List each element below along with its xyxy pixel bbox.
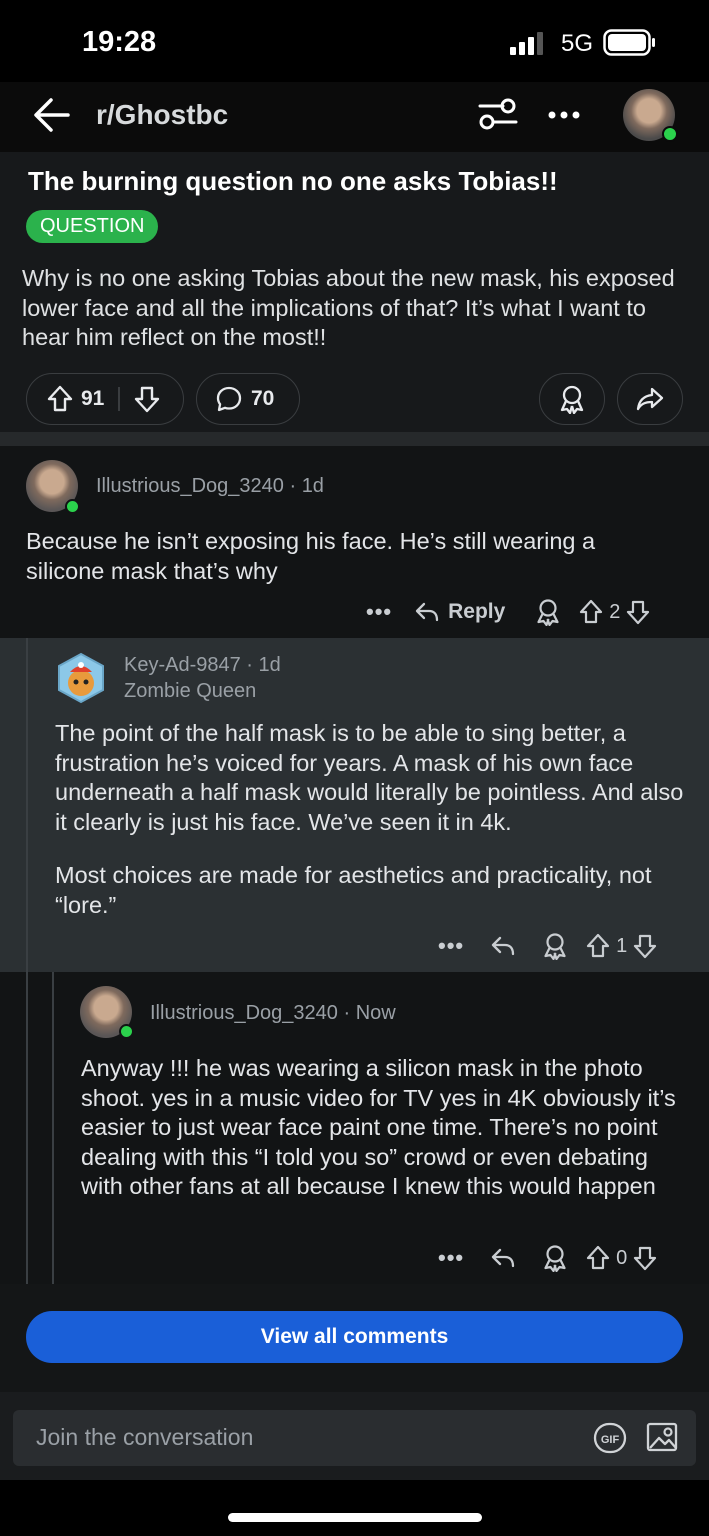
comment-input-placeholder: Join the conversation: [36, 1424, 254, 1450]
comments-pill[interactable]: 70: [196, 373, 300, 425]
subreddit-name[interactable]: r/Ghostbc: [96, 99, 228, 131]
comment-actions: ••• Reply 2: [366, 597, 650, 627]
thread-line: [52, 972, 54, 1284]
comment-score: 1: [616, 934, 628, 957]
post-body: Why is no one asking Tobias about the ne…: [22, 265, 675, 350]
upvote-icon[interactable]: [47, 385, 73, 413]
downvote-icon[interactable]: [134, 385, 160, 413]
battery-icon: [603, 29, 657, 57]
comment-count: 70: [251, 387, 275, 410]
upvote-icon[interactable]: [586, 933, 610, 959]
upvote-icon[interactable]: [579, 599, 603, 625]
downvote-icon[interactable]: [633, 1245, 657, 1271]
comment-age: 1d: [301, 475, 324, 497]
comment-age: Now: [355, 1002, 396, 1024]
award-icon[interactable]: [542, 932, 568, 960]
sort-filter-icon[interactable]: [478, 96, 518, 132]
comment-more-icon[interactable]: •••: [438, 1245, 464, 1271]
view-all-comments-button[interactable]: View all comments: [26, 1311, 683, 1363]
comment-more-icon[interactable]: •••: [366, 599, 392, 625]
online-indicator: [65, 499, 80, 514]
comment-actions: ••• 1: [438, 931, 657, 961]
share-button[interactable]: [617, 373, 683, 425]
more-options-icon[interactable]: [547, 110, 581, 120]
comment-author[interactable]: Illustrious_Dog_3240: [150, 1002, 338, 1024]
downvote-icon[interactable]: [626, 599, 650, 625]
award-button[interactable]: [539, 373, 605, 425]
post-flair[interactable]: QUESTION: [26, 210, 159, 243]
section-divider: [0, 432, 709, 446]
reply-icon[interactable]: [490, 1246, 516, 1270]
thread-line: [26, 972, 28, 1284]
award-icon: [560, 385, 584, 414]
vote-pill: 91: [26, 373, 184, 425]
home-area: [0, 1480, 709, 1536]
gif-icon[interactable]: GIF: [593, 1422, 627, 1454]
comment-age: 1d: [258, 654, 281, 676]
upvote-icon[interactable]: [586, 1245, 610, 1271]
reply-icon[interactable]: [414, 600, 440, 624]
reply-label[interactable]: Reply: [448, 600, 505, 624]
comment-meta: Illustrious_Dog_3240 · 1d: [96, 475, 324, 497]
comment-more-icon[interactable]: •••: [438, 933, 464, 959]
comment-author[interactable]: Illustrious_Dog_3240: [96, 475, 284, 497]
image-upload-icon[interactable]: [646, 1420, 680, 1454]
comment-text: Anyway !!! he was wearing a silicon mask…: [81, 1055, 676, 1199]
comment-bubble-icon: [215, 385, 243, 413]
signal-icon: [510, 31, 548, 55]
user-flair: Zombie Queen: [124, 680, 257, 702]
award-icon[interactable]: [535, 598, 561, 626]
upvote-count: 91: [81, 387, 105, 410]
svg-text:GIF: GIF: [601, 1434, 620, 1446]
status-time: 19:28: [82, 26, 157, 58]
comment-text-paragraph-2: Most choices are made for aesthetics and…: [55, 862, 652, 918]
comment-text: The point of the half mask is to be able…: [55, 720, 684, 835]
award-icon[interactable]: [542, 1244, 568, 1272]
comment-text: Because he isn’t exposing his face. He’s…: [26, 528, 596, 584]
comment-meta: Key-Ad-9847 · 1d: [124, 654, 281, 676]
share-icon: [636, 387, 664, 411]
comment-actions: ••• 0: [438, 1243, 657, 1273]
comment-meta: Illustrious_Dog_3240 · Now: [150, 1002, 396, 1024]
post-title: The burning question no one asks Tobias!…: [28, 166, 558, 196]
back-arrow-icon[interactable]: [32, 96, 72, 134]
home-indicator[interactable]: [228, 1513, 482, 1522]
vote-divider: [118, 387, 120, 411]
reply-icon[interactable]: [490, 934, 516, 958]
comment-score: 2: [609, 600, 621, 623]
online-indicator: [119, 1024, 134, 1039]
online-indicator: [662, 126, 678, 142]
network-label: 5G: [561, 30, 594, 57]
comment-score: 0: [616, 1246, 628, 1269]
comment-author[interactable]: Key-Ad-9847: [124, 654, 241, 676]
downvote-icon[interactable]: [633, 933, 657, 959]
snoo-avatar[interactable]: [55, 652, 107, 704]
